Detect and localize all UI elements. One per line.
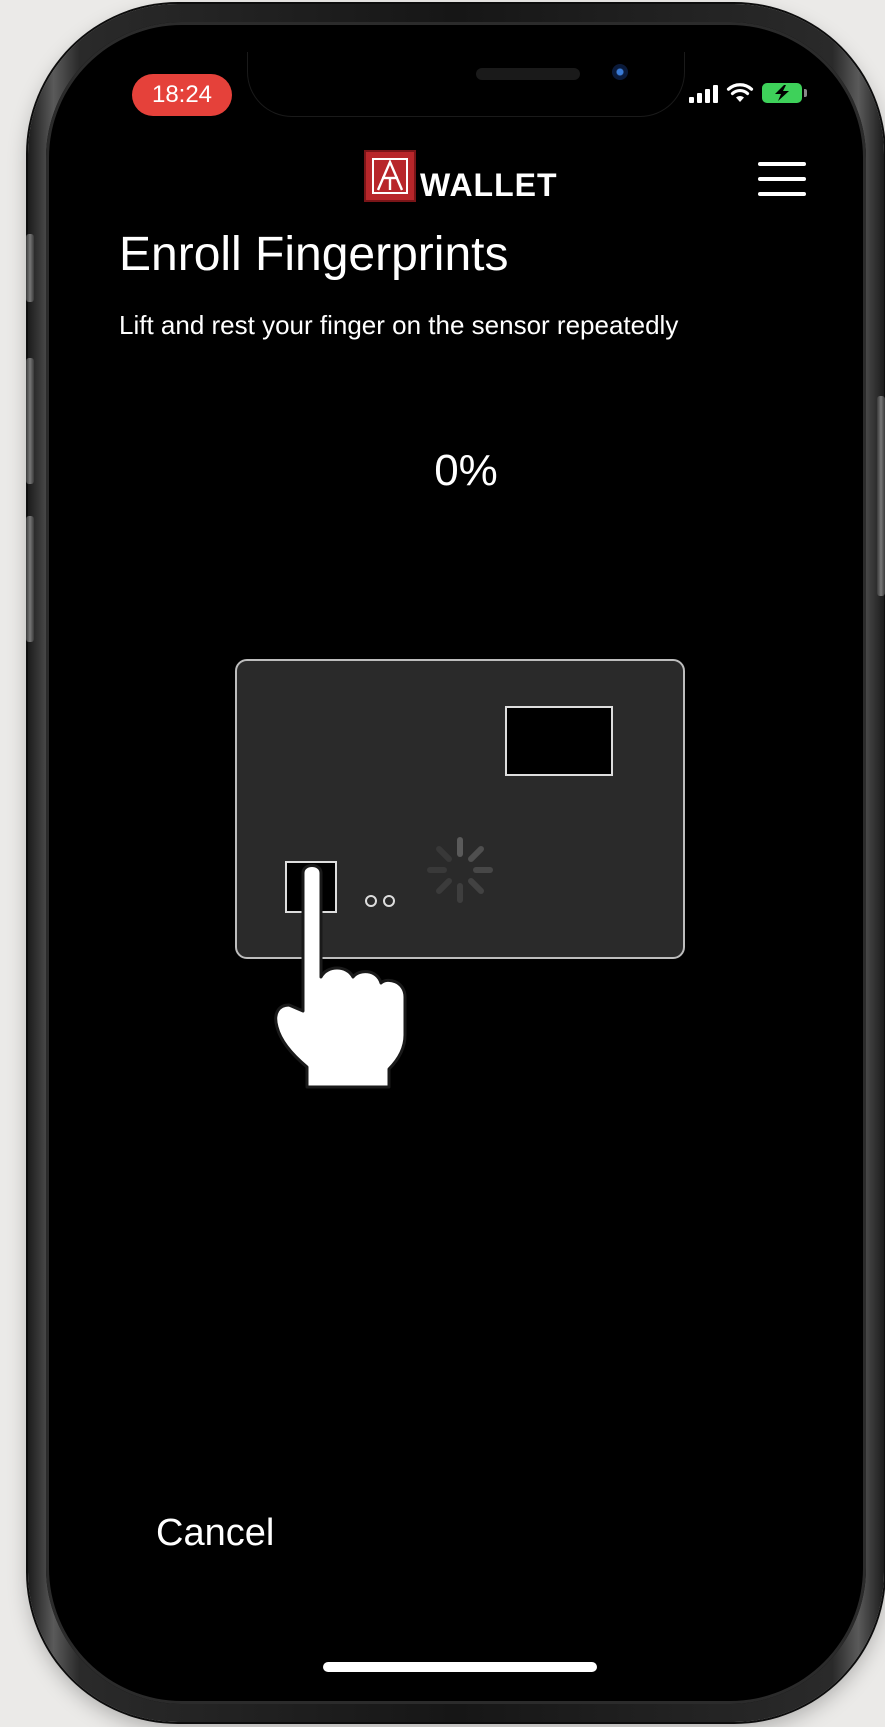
page-title: Enroll Fingerprints	[119, 228, 509, 281]
app-header: WALLET	[86, 140, 846, 230]
cancel-button[interactable]: Cancel	[156, 1512, 274, 1555]
status-icons	[689, 82, 807, 104]
notch	[248, 52, 684, 116]
logo-icon	[364, 150, 416, 202]
volume-up-button	[26, 358, 34, 484]
cellular-signal-icon	[689, 83, 718, 103]
speaker-grille	[476, 68, 580, 80]
volume-down-button	[26, 516, 34, 642]
wallet-logo: WALLET	[364, 150, 558, 203]
loading-spinner-icon	[427, 837, 493, 903]
status-time: 18:24	[132, 74, 232, 116]
silent-switch	[26, 234, 34, 302]
power-button	[877, 396, 885, 596]
page-subtitle: Lift and rest your finger on the sensor …	[119, 310, 679, 340]
home-indicator[interactable]	[323, 1662, 597, 1672]
battery-charging-icon	[762, 83, 807, 103]
front-camera	[612, 64, 628, 80]
pointing-hand-icon	[274, 864, 407, 1089]
logo-text: WALLET	[420, 167, 558, 203]
enrollment-progress-percent: 0%	[434, 446, 498, 495]
wifi-icon	[726, 83, 754, 102]
card-chip-icon	[505, 706, 613, 776]
phone-screen: 18:24 WALLET Enroll Fingerprints Lift an…	[86, 52, 846, 1682]
hamburger-menu-icon[interactable]	[758, 162, 806, 196]
